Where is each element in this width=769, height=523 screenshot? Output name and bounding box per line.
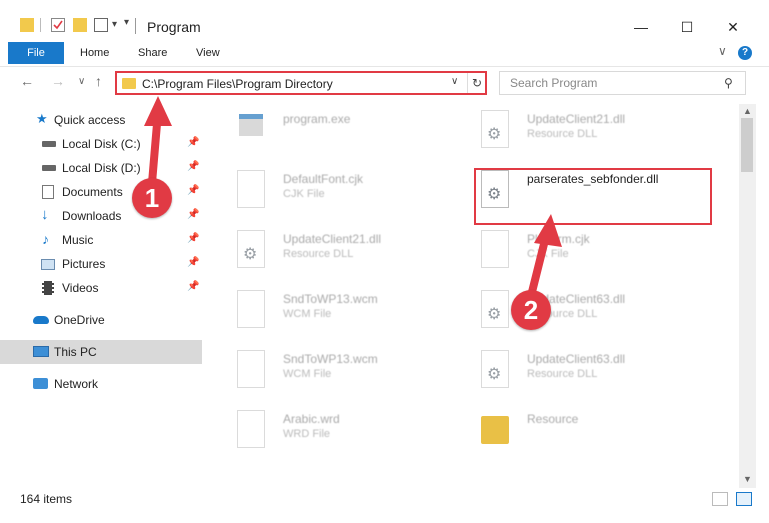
callout-arrows bbox=[144, 96, 562, 300]
arrow-2-head bbox=[534, 214, 562, 247]
callout-badge-1: 1 bbox=[132, 178, 172, 218]
arrow-2-shaft bbox=[527, 232, 550, 300]
arrow-1-head bbox=[144, 96, 172, 126]
callout-badge-2: 2 bbox=[511, 290, 551, 330]
